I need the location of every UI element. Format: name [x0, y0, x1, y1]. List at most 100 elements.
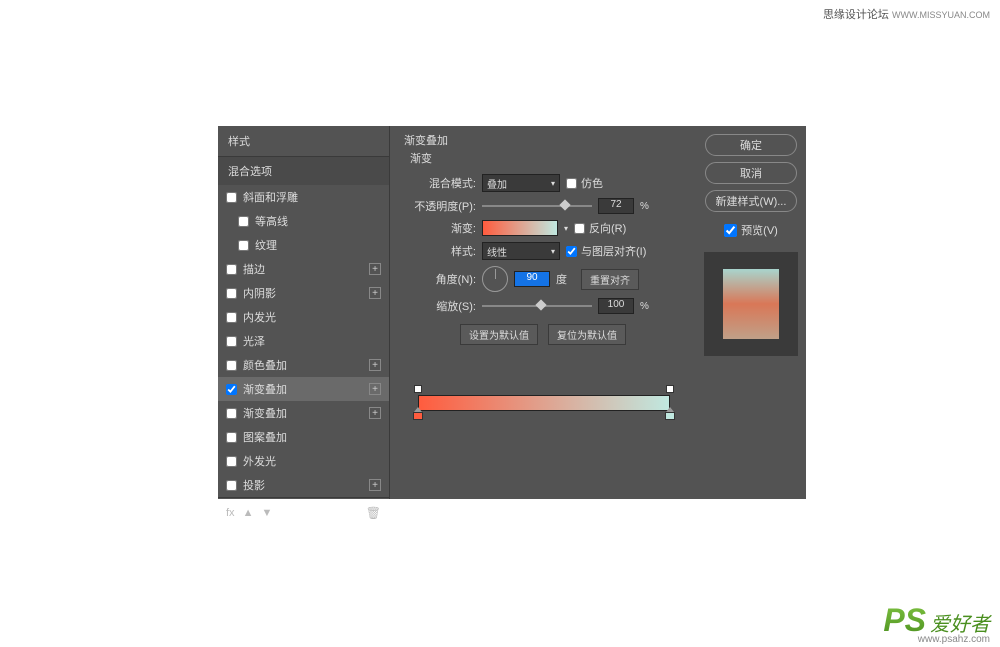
gradient-swatch[interactable] — [482, 220, 558, 236]
gradient-row: 渐变: ▾ 反向(R) — [404, 220, 682, 236]
gradient-editor[interactable] — [418, 395, 670, 411]
style-item-3[interactable]: 描边 + — [218, 257, 389, 281]
watermark-url: WWW.MISSYUAN.COM — [892, 10, 990, 20]
style-item-9[interactable]: 渐变叠加 + — [218, 401, 389, 425]
trash-icon[interactable]: 🗑 — [366, 506, 381, 520]
align-input[interactable] — [566, 246, 577, 257]
watermark-text: 思缘设计论坛 — [823, 9, 889, 21]
reverse-input[interactable] — [574, 223, 585, 234]
style-item-7[interactable]: 颜色叠加 + — [218, 353, 389, 377]
style-checkbox[interactable] — [226, 408, 237, 419]
bottom-url: www.psahz.com — [918, 634, 990, 645]
style-checkbox[interactable] — [226, 456, 237, 467]
style-item-11[interactable]: 外发光 — [218, 449, 389, 473]
style-item-4[interactable]: 内阴影 + — [218, 281, 389, 305]
opacity-stop-left[interactable] — [414, 385, 422, 393]
preview-input[interactable] — [724, 224, 737, 237]
style-label: 描边 — [243, 261, 265, 277]
style-item-12[interactable]: 投影 + — [218, 473, 389, 497]
preview-box — [704, 252, 798, 356]
style-checkbox[interactable] — [226, 192, 237, 203]
style-checkbox[interactable] — [226, 288, 237, 299]
opacity-slider[interactable] — [482, 200, 592, 212]
reset-align-button[interactable]: 重置对齐 — [581, 269, 639, 290]
angle-input[interactable]: 90 — [514, 271, 550, 287]
style-item-5[interactable]: 内发光 — [218, 305, 389, 329]
style-item-6[interactable]: 光泽 — [218, 329, 389, 353]
gradient-label: 渐变: — [404, 220, 476, 236]
style-label: 样式: — [404, 243, 476, 259]
style-item-2[interactable]: 纹理 — [218, 233, 389, 257]
style-checkbox[interactable] — [226, 312, 237, 323]
dither-checkbox[interactable]: 仿色 — [566, 175, 603, 191]
style-select[interactable]: 线性 ▾ — [482, 242, 560, 260]
angle-dial[interactable] — [482, 266, 508, 292]
fx-icon[interactable]: fx — [226, 507, 235, 519]
style-checkbox[interactable] — [226, 336, 237, 347]
style-item-8[interactable]: 渐变叠加 + — [218, 377, 389, 401]
style-label: 光泽 — [243, 333, 265, 349]
style-checkbox[interactable] — [238, 240, 249, 251]
top-watermark: 思缘设计论坛 WWW.MISSYUAN.COM — [823, 6, 990, 22]
styles-footer: fx ▲ ▼ 🗑 — [218, 497, 389, 528]
down-arrow-icon[interactable]: ▼ — [261, 507, 272, 519]
dither-input[interactable] — [566, 178, 577, 189]
style-checkbox[interactable] — [226, 264, 237, 275]
right-column: 确定 取消 新建样式(W)... 预览(V) — [696, 126, 806, 499]
opacity-stop-right[interactable] — [666, 385, 674, 393]
style-label: 内发光 — [243, 309, 276, 325]
scale-label: 缩放(S): — [404, 298, 476, 314]
style-label: 投影 — [243, 477, 265, 493]
scale-pct: % — [640, 301, 649, 312]
styles-column: 样式 混合选项 斜面和浮雕等高线纹理描边+内阴影+内发光光泽颜色叠加+渐变叠加+… — [218, 126, 390, 499]
style-label: 渐变叠加 — [243, 381, 287, 397]
style-checkbox[interactable] — [238, 216, 249, 227]
scale-slider[interactable] — [482, 300, 592, 312]
reverse-checkbox[interactable]: 反向(R) — [574, 220, 626, 236]
new-style-button[interactable]: 新建样式(W)... — [705, 190, 797, 212]
cancel-button[interactable]: 取消 — [705, 162, 797, 184]
style-value: 线性 — [487, 244, 507, 259]
style-label: 渐变叠加 — [243, 405, 287, 421]
plus-icon[interactable]: + — [369, 383, 381, 395]
color-stop-left[interactable] — [413, 411, 423, 423]
ok-button[interactable]: 确定 — [705, 134, 797, 156]
set-default-button[interactable]: 设置为默认值 — [460, 324, 538, 345]
plus-icon[interactable]: + — [369, 359, 381, 371]
preview-checkbox[interactable]: 预览(V) — [724, 222, 778, 238]
plus-icon[interactable]: + — [369, 479, 381, 491]
chevron-down-icon: ▾ — [551, 179, 555, 188]
plus-icon[interactable]: + — [369, 407, 381, 419]
defaults-row: 设置为默认值 复位为默认值 — [404, 324, 682, 345]
up-arrow-icon[interactable]: ▲ — [243, 507, 254, 519]
style-label: 等高线 — [255, 213, 288, 229]
style-checkbox[interactable] — [226, 432, 237, 443]
plus-icon[interactable]: + — [369, 263, 381, 275]
blend-mode-select[interactable]: 叠加 ▾ — [482, 174, 560, 192]
plus-icon[interactable]: + — [369, 287, 381, 299]
style-label: 斜面和浮雕 — [243, 189, 298, 205]
preview-gradient — [723, 269, 779, 339]
style-item-1[interactable]: 等高线 — [218, 209, 389, 233]
style-label: 颜色叠加 — [243, 357, 287, 373]
style-item-10[interactable]: 图案叠加 — [218, 425, 389, 449]
style-label: 纹理 — [255, 237, 277, 253]
style-label: 内阴影 — [243, 285, 276, 301]
angle-label: 角度(N): — [404, 271, 476, 287]
style-checkbox[interactable] — [226, 384, 237, 395]
style-checkbox[interactable] — [226, 360, 237, 371]
opacity-input[interactable]: 72 — [598, 198, 634, 214]
style-label: 图案叠加 — [243, 429, 287, 445]
align-checkbox[interactable]: 与图层对齐(I) — [566, 243, 646, 259]
ps-cn: 爱好者 — [930, 608, 990, 637]
color-stop-right[interactable] — [665, 411, 675, 423]
chevron-down-icon[interactable]: ▾ — [564, 224, 568, 233]
scale-input[interactable]: 100 — [598, 298, 634, 314]
reset-default-button[interactable]: 复位为默认值 — [548, 324, 626, 345]
scale-row: 缩放(S): 100 % — [404, 298, 682, 314]
style-item-0[interactable]: 斜面和浮雕 — [218, 185, 389, 209]
gradient-bar[interactable] — [418, 395, 670, 411]
chevron-down-icon: ▾ — [551, 247, 555, 256]
blend-options-row[interactable]: 混合选项 — [218, 157, 389, 185]
style-checkbox[interactable] — [226, 480, 237, 491]
